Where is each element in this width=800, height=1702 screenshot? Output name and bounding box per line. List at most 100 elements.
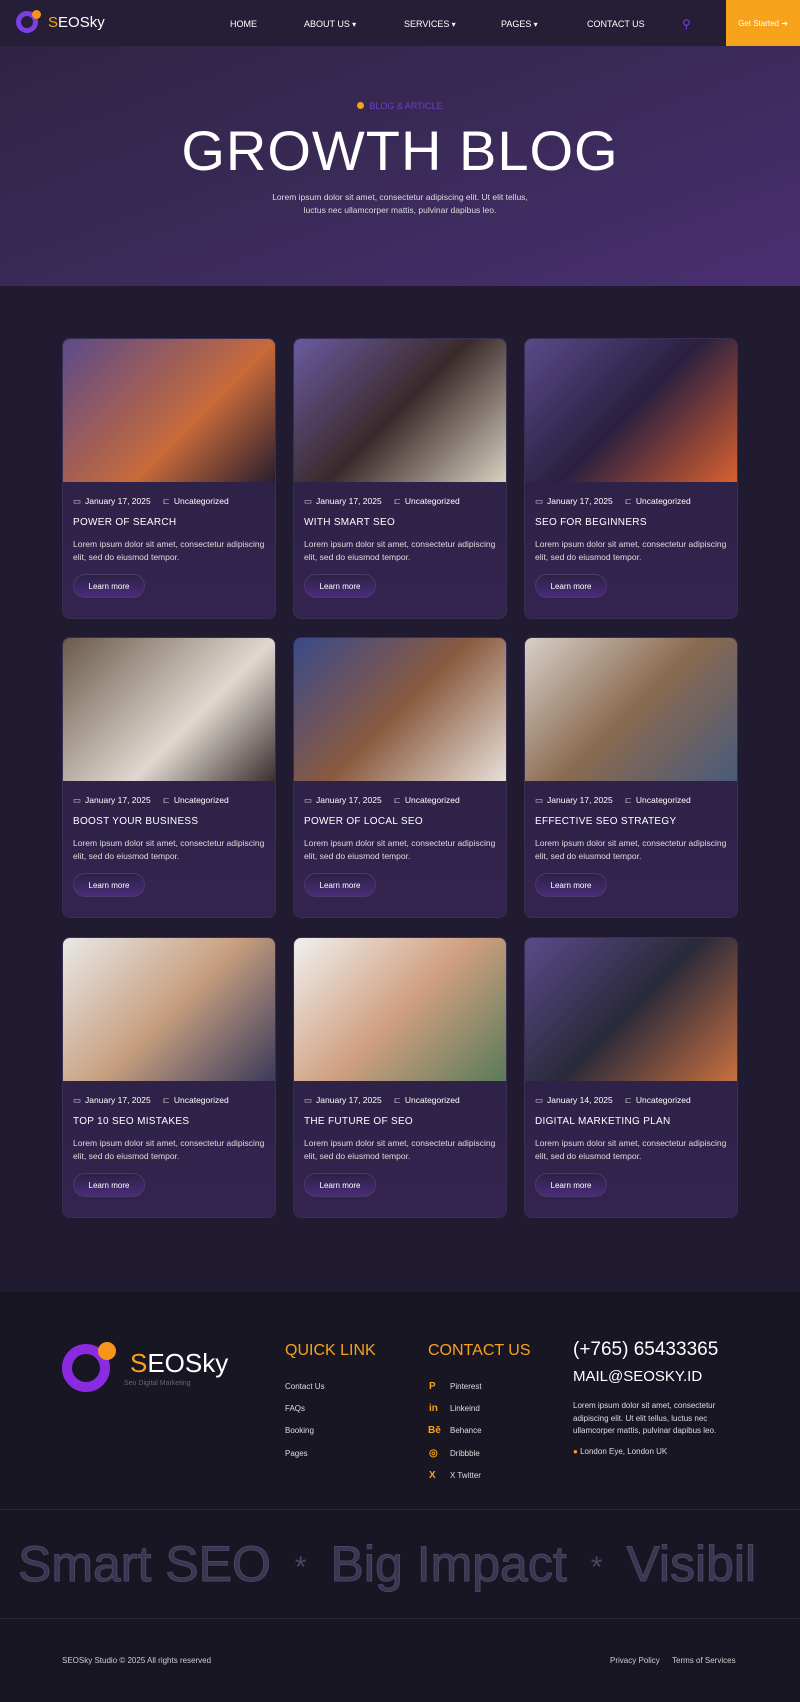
post-image[interactable] xyxy=(525,339,737,482)
post-title[interactable]: BOOST YOUR BUSINESS xyxy=(63,806,275,827)
post-date: January 17, 2025 xyxy=(85,795,151,805)
nav-services[interactable]: SERVICES xyxy=(404,19,456,29)
blog-card: ▭ January 17, 2025 ⊏ Uncategorized WITH SMA… xyxy=(293,338,507,619)
post-image[interactable] xyxy=(294,638,506,781)
contact-phone[interactable]: (+765) 65433365 xyxy=(573,1339,718,1361)
learn-more-button[interactable]: Learn more xyxy=(73,574,145,598)
logo-text: EOSky xyxy=(147,1348,229,1378)
learn-more-button[interactable]: Learn more xyxy=(304,873,376,897)
post-image[interactable] xyxy=(525,938,737,1081)
post-date: January 17, 2025 xyxy=(316,1095,382,1105)
nav-contact[interactable]: CONTACT US xyxy=(587,19,645,29)
star-icon: * xyxy=(294,1550,307,1584)
post-image[interactable] xyxy=(63,339,275,482)
copyright: SEOSky Studio © 2025 All rights reserved xyxy=(62,1656,212,1665)
post-title[interactable]: SEO FOR BEGINNERS xyxy=(525,507,737,528)
footer-link-faqs[interactable]: FAQs xyxy=(285,1404,305,1413)
post-date: January 14, 2025 xyxy=(547,1095,613,1105)
learn-more-button[interactable]: Learn more xyxy=(73,1173,145,1197)
post-image[interactable] xyxy=(525,638,737,781)
hero-tag: BLOG & ARTICLE xyxy=(0,101,800,111)
blog-card: ▭ January 17, 2025 ⊏ Uncategorized POWER OF… xyxy=(293,637,507,918)
learn-more-button[interactable]: Learn more xyxy=(535,1173,607,1197)
social-dribbble[interactable]: Dribbble xyxy=(450,1449,480,1458)
post-meta: ▭ January 17, 2025 ⊏ Uncategorized xyxy=(294,1081,506,1106)
post-category[interactable]: Uncategorized xyxy=(405,496,460,506)
logo-tagline: Seo Digital Marketing xyxy=(124,1380,191,1387)
arrow-circle-icon: ➜ xyxy=(781,18,788,28)
footer-logo[interactable]: SEOSky Seo Digital Marketing xyxy=(62,1342,229,1392)
footer-link-booking[interactable]: Booking xyxy=(285,1426,314,1435)
calendar-icon: ▭ xyxy=(304,1095,313,1105)
post-image[interactable] xyxy=(294,938,506,1081)
post-title[interactable]: POWER OF SEARCH xyxy=(63,507,275,528)
privacy-policy-link[interactable]: Privacy Policy xyxy=(610,1656,660,1665)
marquee-item: Visibil xyxy=(626,1536,757,1593)
star-icon: * xyxy=(590,1550,603,1584)
search-icon[interactable]: ⚲ xyxy=(682,17,691,31)
calendar-icon: ▭ xyxy=(73,1095,82,1105)
header: SEOSky HOME ABOUT US SERVICES PAGES CONT… xyxy=(0,0,800,46)
pinterest-icon: P xyxy=(429,1381,436,1392)
contact-email[interactable]: MAIL@SEOSKY.ID xyxy=(573,1368,702,1385)
calendar-icon: ▭ xyxy=(535,795,544,805)
marquee-item: Big Impact xyxy=(330,1536,567,1593)
social-linkedin[interactable]: Linkeind xyxy=(450,1404,480,1413)
social-behance[interactable]: Behance xyxy=(450,1426,482,1435)
post-title[interactable]: EFFECTIVE SEO STRATEGY xyxy=(525,806,737,827)
post-meta: ▭ January 17, 2025 ⊏ Uncategorized xyxy=(294,781,506,806)
post-title[interactable]: DIGITAL MARKETING PLAN xyxy=(525,1106,737,1127)
nav-about[interactable]: ABOUT US xyxy=(304,19,356,29)
post-date: January 17, 2025 xyxy=(547,496,613,506)
folder-icon: ⊏ xyxy=(162,496,170,506)
learn-more-button[interactable]: Learn more xyxy=(304,574,376,598)
post-category[interactable]: Uncategorized xyxy=(636,795,691,805)
marquee-text: Smart SEO * Big Impact * Visibil xyxy=(18,1535,757,1593)
learn-more-button[interactable]: Learn more xyxy=(535,873,607,897)
post-image[interactable] xyxy=(294,339,506,482)
logo-first-letter: S xyxy=(130,1348,148,1378)
get-started-button[interactable]: Get Started ➜ xyxy=(726,0,800,46)
footer: SEOSky Seo Digital Marketing QUICK LINK C… xyxy=(0,1292,800,1702)
blog-card: ▭ January 17, 2025 ⊏ Uncategorized BOOST YO… xyxy=(62,637,276,918)
post-image[interactable] xyxy=(63,638,275,781)
post-category[interactable]: Uncategorized xyxy=(405,1095,460,1105)
contact-heading: CONTACT US xyxy=(428,1342,531,1359)
post-title[interactable]: TOP 10 SEO MISTAKES xyxy=(63,1106,275,1127)
post-category[interactable]: Uncategorized xyxy=(174,1095,229,1105)
footer-link-pages[interactable]: Pages xyxy=(285,1449,308,1458)
post-excerpt: Lorem ipsum dolor sit amet, consectetur … xyxy=(535,838,727,861)
nav-pages[interactable]: PAGES xyxy=(501,19,538,29)
calendar-icon: ▭ xyxy=(73,795,82,805)
folder-icon: ⊏ xyxy=(393,795,401,805)
blog-card: ▭ January 17, 2025 ⊏ Uncategorized THE FUTU… xyxy=(293,937,507,1218)
get-started-label: Get Started xyxy=(738,18,779,28)
post-title[interactable]: POWER OF LOCAL SEO xyxy=(294,806,506,827)
post-title[interactable]: WITH SMART SEO xyxy=(294,507,506,528)
post-category[interactable]: Uncategorized xyxy=(405,795,460,805)
footer-link-contact[interactable]: Contact Us xyxy=(285,1382,325,1391)
post-category[interactable]: Uncategorized xyxy=(174,795,229,805)
quick-link-heading: QUICK LINK xyxy=(285,1342,376,1359)
blog-card: ▭ January 17, 2025 ⊏ Uncategorized EFFECTIV… xyxy=(524,637,738,918)
map-pin-icon: ● xyxy=(573,1447,578,1456)
post-meta: ▭ January 17, 2025 ⊏ Uncategorized xyxy=(63,482,275,507)
post-title[interactable]: THE FUTURE OF SEO xyxy=(294,1106,506,1127)
nav-home[interactable]: HOME xyxy=(230,19,257,29)
post-excerpt: Lorem ipsum dolor sit amet, consectetur … xyxy=(535,539,727,562)
post-category[interactable]: Uncategorized xyxy=(636,496,691,506)
post-image[interactable] xyxy=(63,938,275,1081)
learn-more-button[interactable]: Learn more xyxy=(535,574,607,598)
calendar-icon: ▭ xyxy=(304,795,313,805)
main-nav: HOME ABOUT US SERVICES PAGES CONTACT US xyxy=(0,0,800,46)
post-excerpt: Lorem ipsum dolor sit amet, consectetur … xyxy=(73,838,265,861)
learn-more-button[interactable]: Learn more xyxy=(304,1173,376,1197)
dribbble-icon: ◎ xyxy=(429,1448,438,1459)
post-category[interactable]: Uncategorized xyxy=(636,1095,691,1105)
social-pinterest[interactable]: Pinterest xyxy=(450,1382,482,1391)
social-twitter[interactable]: X Twitter xyxy=(450,1471,481,1480)
learn-more-button[interactable]: Learn more xyxy=(73,873,145,897)
marquee-item: Smart SEO xyxy=(18,1536,272,1593)
post-category[interactable]: Uncategorized xyxy=(174,496,229,506)
terms-link[interactable]: Terms of Services xyxy=(672,1656,736,1665)
